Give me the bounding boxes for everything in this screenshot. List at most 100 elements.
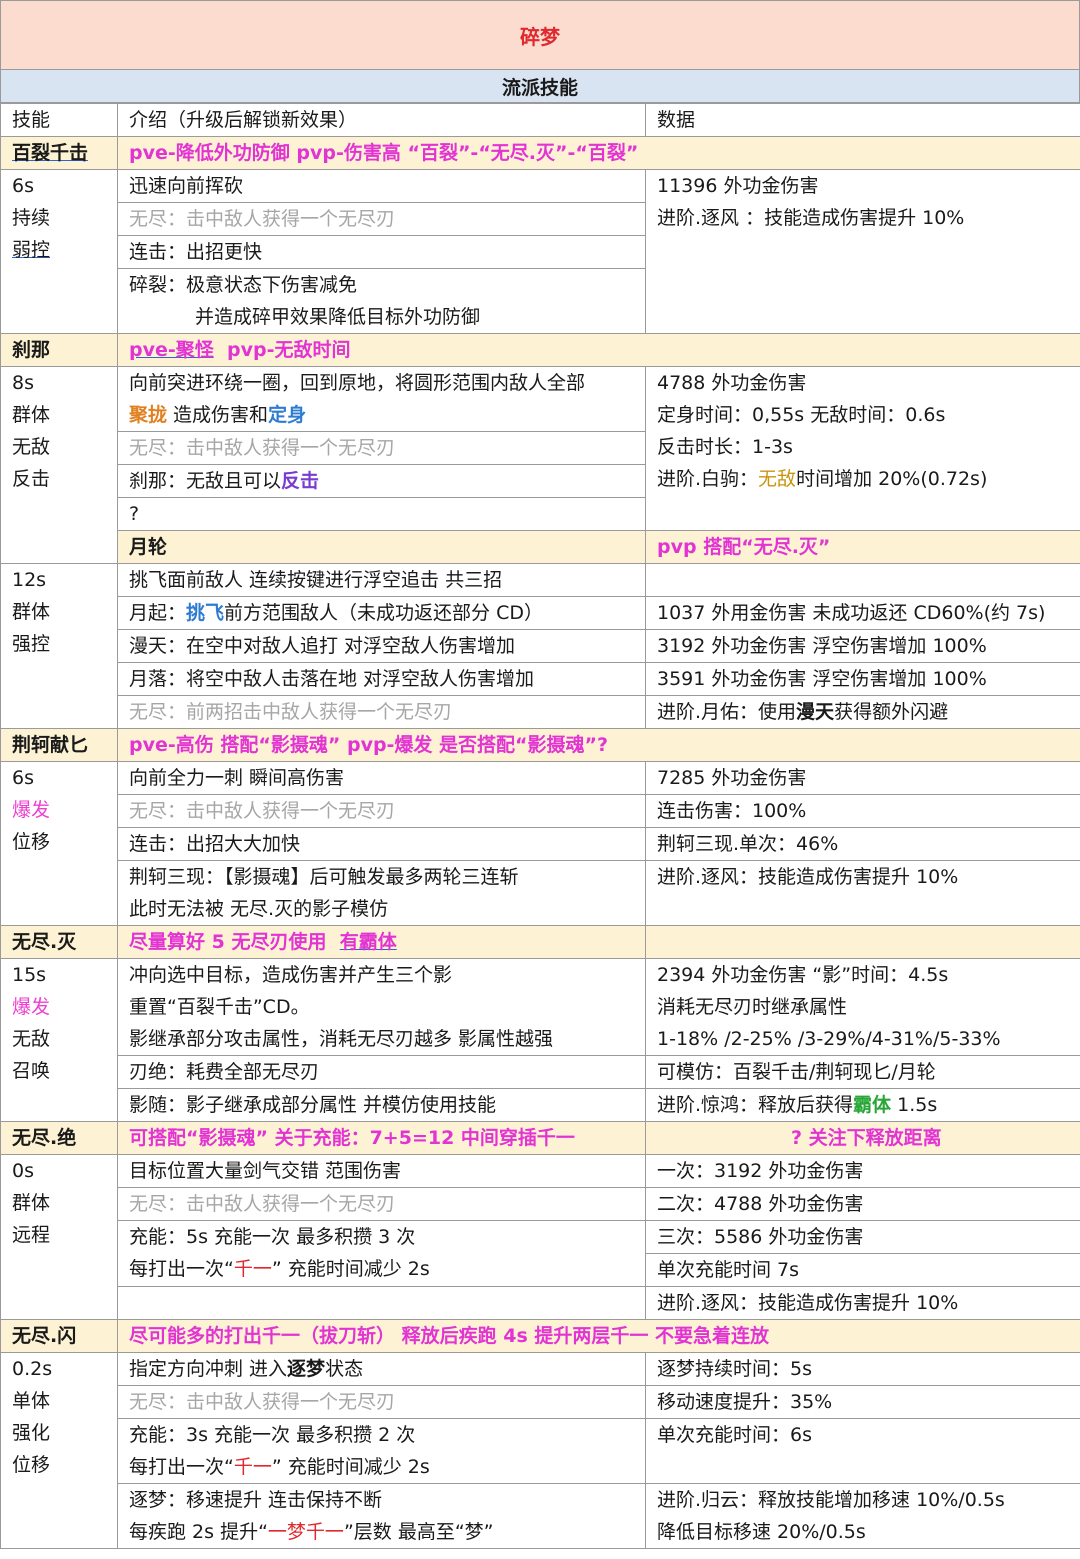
skill-tags: 6s 爆发 位移 — [0, 761, 118, 926]
section-title: 流派技能 — [0, 70, 1080, 103]
skill-header-row: 百裂千击 pve-降低外功防御 pvp-伤害高 “百裂”-“无尽.灭”-“百裂” — [0, 136, 1080, 170]
skill-data: 荆轲三现.单次：46% — [645, 827, 1080, 861]
table-row: 0.2s 单体 强化 位移 指定方向冲刺 进入逐梦状态 逐梦持续时间：5s — [0, 1352, 1080, 1549]
skill-data: 4788 外功金伤害 定身时间：0,55s 无敌时间：0.6s 反击时长：1-3… — [645, 366, 1080, 531]
skill-name: 无尽.绝 — [0, 1121, 118, 1155]
skill-effect: 漫天：在空中对敌人追打 对浮空敌人伤害增加 — [117, 629, 646, 663]
skill-header-row: 无尽.绝 可搭配“影摄魂” 关于充能：7+5=12 中间穿插千一 ? 关注下释放… — [0, 1121, 1080, 1155]
skill-data — [645, 563, 1080, 597]
skill-note: 尽量算好 5 无尽刃使用 有霸体 — [117, 925, 646, 959]
skill-effect: 无尽：击中敌人获得一个无尽刃 — [117, 431, 646, 465]
header-row: 技能 介绍（升级后解锁新效果） 数据 — [0, 103, 1080, 137]
table-row: 无尽：前两招击中敌人获得一个无尽刃 进阶.月佑：使用漫天获得额外闪避 — [1, 695, 1080, 729]
skill-note: ? 关注下释放距离 — [645, 1121, 1080, 1155]
skill-header-row: 刹那 pve-聚怪 pvp-无敌时间 — [0, 333, 1080, 367]
skill-effect: 向前全力一刺 瞬间高伤害 — [117, 761, 646, 795]
skill-header-row: 荆轲献匕 pve-高伤 搭配“影摄魂” pvp-爆发 是否搭配“影摄魂”? — [0, 728, 1080, 762]
skill-data: 三次：5586 外功金伤害 — [645, 1220, 1080, 1254]
skill-effect: 冲向选中目标，造成伤害并产生三个影 重置“百裂千击”CD。 影继承部分攻击属性，… — [117, 958, 646, 1056]
skill-name: 百裂千击 — [0, 136, 118, 170]
skill-effect: 目标位置大量剑气交错 范围伤害 — [117, 1154, 646, 1188]
skill-tags: 15s 爆发 无敌 召唤 — [0, 958, 118, 1122]
skill-name: 荆轲献匕 — [0, 728, 118, 762]
skill-header-row: 无尽.灭 尽量算好 5 无尽刃使用 有霸体 — [0, 925, 1080, 959]
skill-effect: 向前突进环绕一圈，回到原地，将圆形范围内敌人全部 聚拢 造成伤害和定身 — [117, 366, 646, 432]
skill-effect: 刹那：无敌且可以反击 — [117, 464, 646, 498]
skill-note: pve-高伤 搭配“影摄魂” pvp-爆发 是否搭配“影摄魂”? — [117, 728, 1080, 762]
skill-effect: 指定方向冲刺 进入逐梦状态 — [117, 1352, 646, 1386]
skill-note: pve-降低外功防御 pvp-伤害高 “百裂”-“无尽.灭”-“百裂” — [117, 136, 1080, 170]
table-row: 刃绝：耗费全部无尽刃 可模仿：百裂千击/荆轲现匕/月轮 — [1, 1055, 1080, 1089]
skill-data: 1037 外用金伤害 未成功返还 CD60%(约 7s) — [645, 596, 1080, 630]
skill-data: 2394 外功金伤害 “影”时间：4.5s 消耗无尽刃时继承属性 1-18% /… — [645, 958, 1080, 1056]
column-header: 数据 — [645, 103, 1080, 137]
skill-data: 进阶.逐风：技能造成伤害提升 10% — [645, 1286, 1080, 1320]
skill-effect: 刃绝：耗费全部无尽刃 — [117, 1055, 646, 1089]
skill-effect: 充能：3s 充能一次 最多积攒 2 次 每打出一次“千一” 充能时间减少 2s — [117, 1418, 646, 1484]
table-row: 漫天：在空中对敌人追打 对浮空敌人伤害增加 3192 外功金伤害 浮空伤害增加 … — [1, 629, 1080, 663]
skill-effect: 碎裂：极意状态下伤害减免 并造成碎甲效果降低目标外功防御 — [117, 268, 646, 334]
skill-tags: 0.2s 单体 强化 位移 — [0, 1352, 118, 1549]
skill-effect: 无尽：前两招击中敌人获得一个无尽刃 — [117, 695, 646, 729]
skill-effect: 荆轲三现：【影摄魂】后可触发最多两轮三连斩 此时无法被 无尽.灭的影子模仿 — [117, 860, 646, 926]
skill-effect: 无尽：击中敌人获得一个无尽刃 — [117, 202, 646, 236]
skill-effect: 迅速向前挥砍 — [117, 169, 646, 203]
skill-note-empty — [645, 925, 1080, 959]
skill-tags: 12s 群体 强控 — [0, 563, 118, 729]
table-row: 无尽：击中敌人获得一个无尽刃 移动速度提升：35% — [1, 1385, 1080, 1419]
column-header: 介绍（升级后解锁新效果） — [117, 103, 646, 137]
skill-tags: 8s 群体 无敌 反击 — [0, 366, 118, 564]
skill-effect: 月起：挑飞前方范围敌人（未成功返还部分 CD） — [117, 596, 646, 630]
skill-data: 一次：3192 外功金伤害 — [645, 1154, 1080, 1188]
skill-effect: 连击：出招更快 — [117, 235, 646, 269]
table-row: 6s 持续 弱控 迅速向前挥砍 11396 外功金伤害 进阶.逐风 ：技能造成伤… — [0, 169, 1080, 334]
skill-note: pvp 搭配“无尽.灭” — [645, 530, 1080, 564]
skill-data: 进阶.逐风：技能造成伤害提升 10% — [645, 860, 1080, 926]
skill-data: 单次充能时间：6s — [645, 1418, 1080, 1484]
skill-data: 3192 外功金伤害 浮空伤害增加 100% — [645, 629, 1080, 663]
skill-effect: 逐梦：移速提升 连击保持不断 每疾跑 2s 提升“一梦千一”层数 最高至“梦” — [117, 1483, 646, 1549]
skill-effect: 无尽：击中敌人获得一个无尽刃 — [117, 794, 646, 828]
skill-effect — [117, 1286, 646, 1320]
skill-data: 二次：4788 外功金伤害 — [645, 1187, 1080, 1221]
table-row: 6s 爆发 位移 向前全力一刺 瞬间高伤害 7285 外功金伤害 — [0, 761, 1080, 926]
skill-data: 进阶.归云：释放技能增加移速 10%/0.5s 降低目标移速 20%/0.5s — [645, 1483, 1080, 1549]
skill-effect: ? — [117, 497, 646, 531]
table-row: 进阶.逐风：技能造成伤害提升 10% — [1, 1286, 1080, 1320]
column-header: 技能 — [0, 103, 118, 137]
skill-data: 可模仿：百裂千击/荆轲现匕/月轮 — [645, 1055, 1080, 1089]
table-row: 无尽：击中敌人获得一个无尽刃 连击伤害：100% — [1, 794, 1080, 828]
skill-effect: 无尽：击中敌人获得一个无尽刃 — [117, 1187, 646, 1221]
skill-data: 进阶.惊鸿：释放后获得霸体 1.5s — [645, 1088, 1080, 1122]
skill-data: 进阶.月佑：使用漫天获得额外闪避 — [645, 695, 1080, 729]
skill-data: 移动速度提升：35% — [645, 1385, 1080, 1419]
skill-name: 无尽.灭 — [0, 925, 118, 959]
skill-effect: 月落：将空中敌人击落在地 对浮空敌人伤害增加 — [117, 662, 646, 696]
page-title: 碎梦 — [0, 0, 1080, 70]
skill-note: pve-聚怪 pvp-无敌时间 — [117, 333, 1080, 367]
table-row: 充能：5s 充能一次 最多积攒 3 次 每打出一次“千一” 充能时间减少 2s … — [1, 1220, 1080, 1287]
page: 碎梦 流派技能 技能 介绍（升级后解锁新效果） 数据 百裂千击 pve-降低外功… — [0, 0, 1080, 1559]
table-row: 连击：出招大大加快 荆轲三现.单次：46% — [1, 827, 1080, 861]
table-row: 0s 群体 远程 目标位置大量剑气交错 范围伤害 一次：3192 外功金伤害 — [0, 1154, 1080, 1320]
skill-effect: 挑飞面前敌人 连续按键进行浮空追击 共三招 — [117, 563, 646, 597]
table-row: 无尽：击中敌人获得一个无尽刃 二次：4788 外功金伤害 — [1, 1187, 1080, 1221]
skill-data: 单次充能时间 7s — [645, 1253, 1080, 1287]
skill-note: 尽可能多的打出千一（拔刀斩） 释放后疾跑 4s 提升两层千一 不要急着连放 — [117, 1319, 1080, 1353]
skill-tags: 6s 持续 弱控 — [0, 169, 118, 334]
skill-header-row: 月轮 pvp 搭配“无尽.灭” — [1, 530, 1080, 564]
skill-data: 逐梦持续时间：5s — [645, 1352, 1080, 1386]
skill-header-row: 无尽.闪 尽可能多的打出千一（拔刀斩） 释放后疾跑 4s 提升两层千一 不要急着… — [0, 1319, 1080, 1353]
table-row: 影随：影子继承成部分属性 并模仿使用技能 进阶.惊鸿：释放后获得霸体 1.5s — [1, 1088, 1080, 1122]
skill-data: 3591 外功金伤害 浮空伤害增加 100% — [645, 662, 1080, 696]
skill-name: 月轮 — [117, 530, 646, 564]
skill-tags: 0s 群体 远程 — [0, 1154, 118, 1320]
skill-effect: 无尽：击中敌人获得一个无尽刃 — [117, 1385, 646, 1419]
skill-note: 可搭配“影摄魂” 关于充能：7+5=12 中间穿插千一 — [117, 1121, 646, 1155]
table-row: 8s 群体 无敌 反击 向前突进环绕一圈，回到原地，将圆形范围内敌人全部 聚拢 … — [0, 366, 1080, 564]
skill-data: 连击伤害：100% — [645, 794, 1080, 828]
skill-name: 刹那 — [0, 333, 118, 367]
table-row: 月起：挑飞前方范围敌人（未成功返还部分 CD） 1037 外用金伤害 未成功返还… — [1, 596, 1080, 630]
table-row: 12s 群体 强控 挑飞面前敌人 连续按键进行浮空追击 共三招 — [0, 563, 1080, 729]
skill-data: 11396 外功金伤害 进阶.逐风 ：技能造成伤害提升 10% — [645, 169, 1080, 334]
